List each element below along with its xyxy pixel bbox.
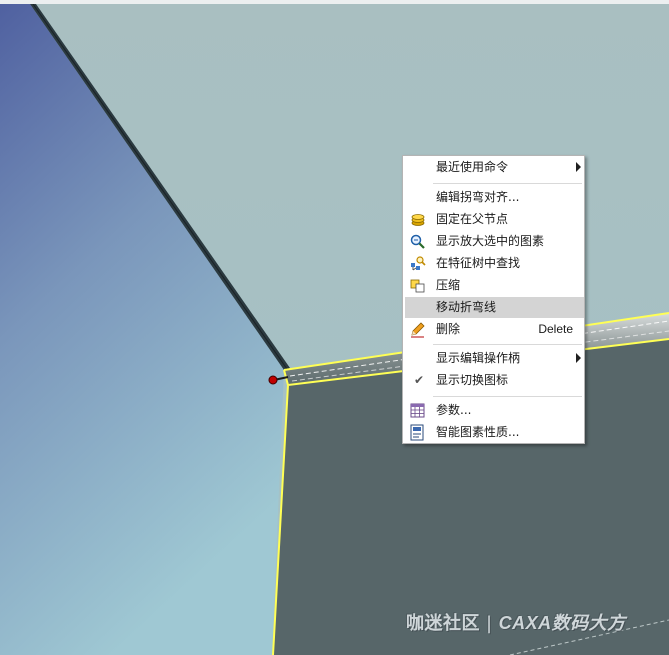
menu-item-label: 参数...: [436, 403, 472, 417]
menu-item-label: 压缩: [436, 278, 461, 292]
menu-item-label: 显示放大选中的图素: [436, 234, 545, 248]
compress-icon: [410, 279, 425, 293]
menu-item-pin-to-parent[interactable]: 固定在父节点: [405, 209, 584, 230]
menu-item-shortcut: Delete: [538, 322, 573, 336]
menu-item-label: 在特征树中查找: [436, 256, 521, 270]
watermark: 咖迷社区 | CAXA数码大方: [406, 609, 626, 635]
menu-separator: [433, 396, 582, 397]
watermark-separator: |: [486, 613, 493, 634]
menu-item-label: 编辑拐弯对齐...: [436, 190, 520, 204]
menu-item-compress[interactable]: 压缩: [405, 275, 584, 296]
checkmark-icon: ✔: [414, 373, 425, 387]
menu-item-label: 最近使用命令: [436, 160, 509, 174]
context-menu[interactable]: 最近使用命令 编辑拐弯对齐... 固定在父节点 显示放大选中的图素 在特征树中查…: [402, 155, 585, 444]
zoom-selection-icon: [410, 234, 425, 249]
menu-item-zoom-selected[interactable]: 显示放大选中的图素: [405, 231, 584, 252]
menu-item-label: 显示切换图标: [436, 373, 509, 387]
menu-item-parameters[interactable]: 参数...: [405, 400, 584, 421]
menu-separator: [433, 183, 582, 184]
watermark-left: 咖迷社区: [406, 613, 480, 634]
menu-item-edit-bend-align[interactable]: 编辑拐弯对齐...: [405, 187, 584, 208]
menu-item-find-in-feature-tree[interactable]: 在特征树中查找: [405, 253, 584, 274]
menu-item-delete[interactable]: 删除 Delete: [405, 319, 584, 340]
properties-icon: [410, 424, 424, 441]
menu-item-show-edit-handles[interactable]: 显示编辑操作柄: [405, 348, 584, 369]
menu-item-show-toggle-icon[interactable]: ✔ 显示切换图标: [405, 370, 584, 391]
menu-item-move-bend-line[interactable]: 移动折弯线: [405, 297, 584, 318]
feature-tree-search-icon: [411, 256, 426, 271]
menu-item-recent-commands[interactable]: 最近使用命令: [405, 157, 584, 178]
menu-item-label: 显示编辑操作柄: [436, 351, 521, 365]
menu-item-label: 移动折弯线: [436, 300, 497, 314]
watermark-brand: CAXA数码大方: [498, 613, 626, 633]
menu-item-smart-element-properties[interactable]: 智能图素性质...: [405, 422, 584, 443]
top-strip: [0, 0, 669, 4]
submenu-arrow-icon: [576, 162, 581, 172]
parameters-table-icon: [410, 403, 425, 418]
handle-point: [268, 375, 278, 385]
pin-stack-icon: [411, 214, 425, 226]
menu-separator: [433, 344, 582, 345]
pencil-delete-icon: [411, 322, 425, 338]
submenu-arrow-icon: [576, 353, 581, 363]
menu-item-label: 智能图素性质...: [436, 425, 520, 439]
menu-item-label: 删除: [436, 322, 461, 336]
3d-design-viewport[interactable]: 最近使用命令 编辑拐弯对齐... 固定在父节点 显示放大选中的图素 在特征树中查…: [0, 0, 669, 655]
menu-item-label: 固定在父节点: [436, 212, 509, 226]
